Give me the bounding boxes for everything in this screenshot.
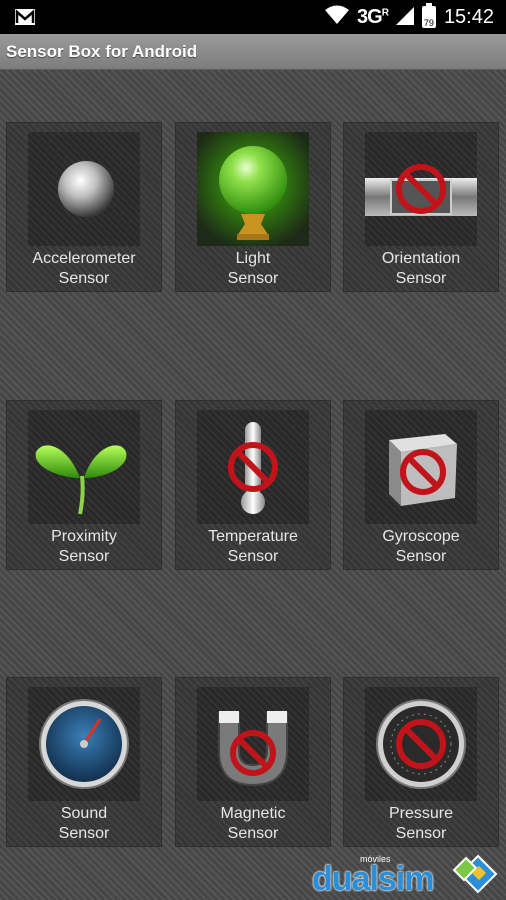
tile-label: Proximity Sensor — [51, 528, 117, 565]
app-title: Sensor Box for Android — [6, 42, 198, 61]
accelerometer-sensor-tile[interactable]: Accelerometer Sensor — [7, 123, 161, 291]
dualsim-watermark: móviles dualsim — [312, 850, 502, 898]
thermometer-icon — [197, 410, 309, 524]
sprout-icon — [28, 410, 140, 524]
gyroscope-sensor-tile[interactable]: Gyroscope Sensor — [344, 401, 498, 569]
pressure-sensor-tile[interactable]: Pressure Sensor — [344, 678, 498, 846]
wifi-icon — [325, 5, 350, 30]
light-sensor-tile[interactable]: Light Sensor — [176, 123, 330, 291]
tile-label: Magnetic Sensor — [220, 805, 286, 842]
watermark-word: dualsim — [312, 860, 434, 898]
magnetic-sensor-tile[interactable]: Magnetic Sensor — [176, 678, 330, 846]
sim-card-icon — [452, 854, 498, 894]
mail-icon — [14, 8, 36, 31]
signal-icon — [395, 5, 414, 30]
status-bar: 3GR 79 15:42 — [0, 0, 506, 34]
tile-label: Pressure Sensor — [388, 805, 454, 842]
metal-ball-icon — [28, 132, 140, 246]
network-type: 3GR — [357, 5, 389, 28]
cube-icon — [365, 410, 477, 524]
battery-icon: 79 — [421, 3, 436, 28]
proximity-sensor-tile[interactable]: Proximity Sensor — [7, 401, 161, 569]
tile-label: Light Sensor — [227, 250, 279, 287]
app-title-bar: Sensor Box for Android — [0, 34, 506, 70]
tile-label: Orientation Sensor — [381, 250, 461, 287]
tile-label: Gyroscope Sensor — [382, 528, 460, 565]
sound-sensor-tile[interactable]: Sound Sensor — [7, 678, 161, 846]
spirit-level-icon — [365, 132, 477, 246]
clock: 15:42 — [443, 5, 494, 28]
temperature-sensor-tile[interactable]: Temperature Sensor — [176, 401, 330, 569]
magnet-icon — [197, 687, 309, 801]
pressure-gauge-icon — [365, 687, 477, 801]
tile-label: Temperature Sensor — [208, 528, 298, 565]
orientation-sensor-tile[interactable]: Orientation Sensor — [344, 123, 498, 291]
tile-label: Accelerometer Sensor — [32, 250, 136, 287]
gauge-icon — [28, 687, 140, 801]
green-light-bulb-icon — [197, 132, 309, 246]
tile-label: Sound Sensor — [58, 805, 110, 842]
